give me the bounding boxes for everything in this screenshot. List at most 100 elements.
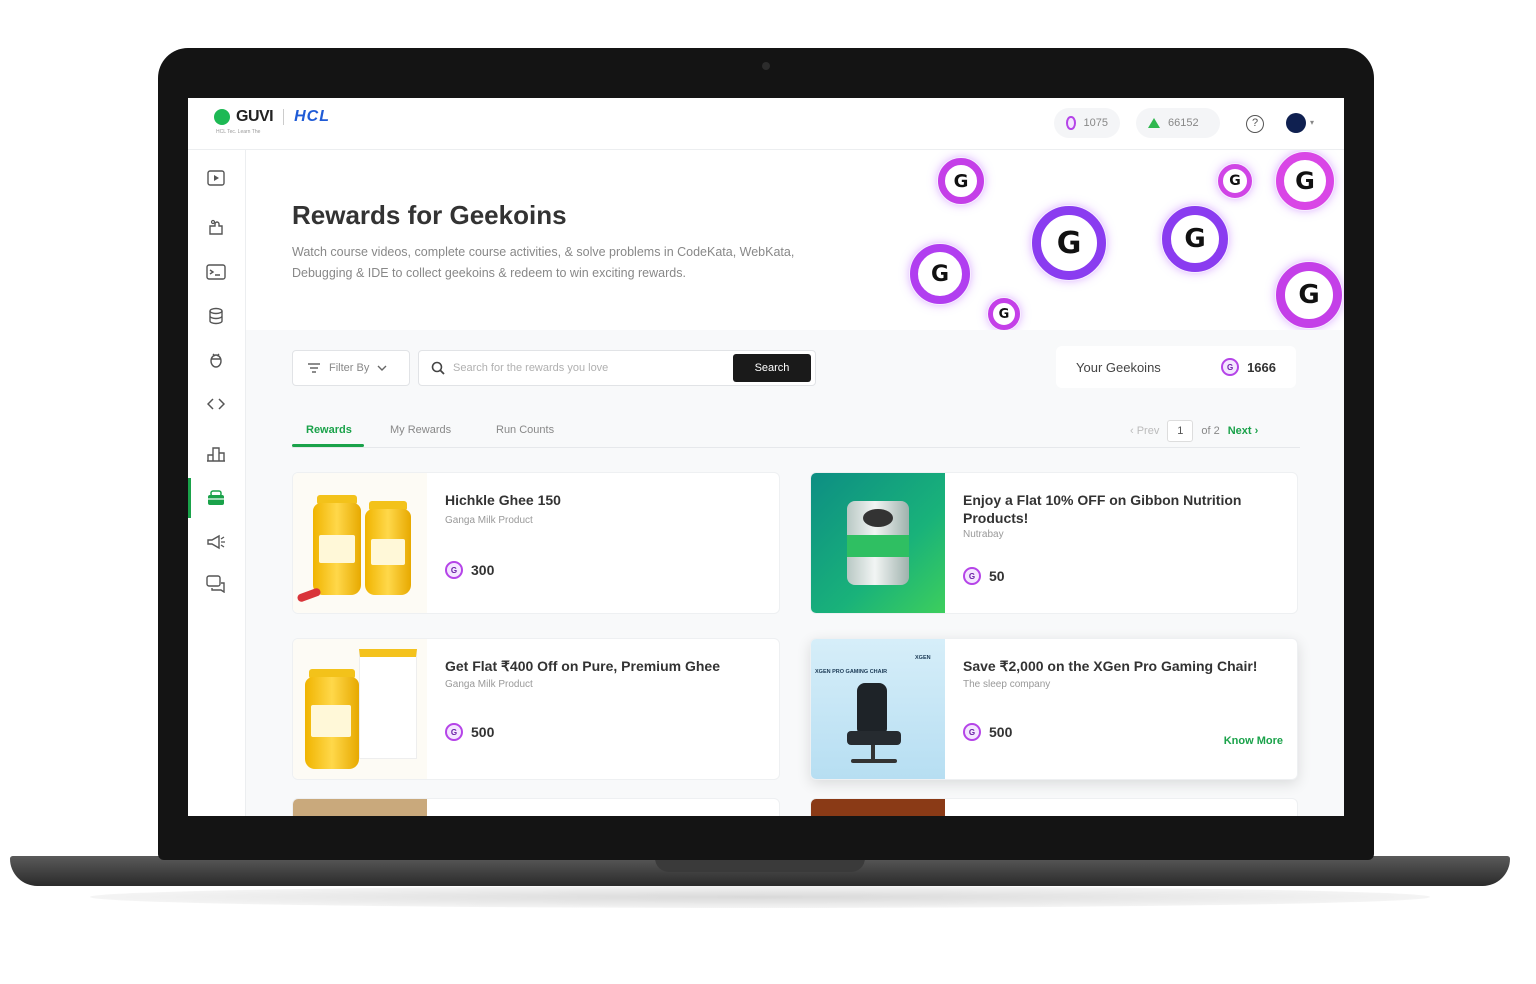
sidebar-active-indicator [188,478,191,518]
jar-label-shape [311,705,351,737]
database-icon [209,307,223,325]
next-page-button[interactable]: Next › [1228,425,1259,437]
page-number-input[interactable]: 1 [1167,420,1194,442]
geekoin-decoration-icon: G [1276,152,1334,210]
geekoin-icon [1066,116,1076,130]
tab-my-rewards[interactable]: My Rewards [390,424,451,436]
tab-rewards[interactable]: Rewards [306,424,352,436]
main-content: Rewards for Geekoins Watch course videos… [246,150,1344,816]
terminal-icon [206,264,226,280]
reward-card[interactable] [292,798,780,816]
reward-card[interactable]: Enjoy a Flat 10% OFF on Gibbon Nutrition… [810,472,1298,614]
chair-seat-shape [847,731,901,745]
search-button[interactable]: Search [733,354,811,382]
your-geekoins-label: Your Geekoins [1076,359,1161,375]
sidebar-item-courses[interactable] [206,168,226,188]
reward-vendor: Ganga Milk Product [445,515,533,526]
box-packaging-shape [359,649,417,759]
reward-image [811,473,945,613]
your-geekoins-value: 1666 [1247,359,1276,375]
geekoins-counter[interactable]: 1075 [1054,108,1120,138]
sidebar-item-webkata[interactable] [206,394,226,414]
geekoin-decoration-icon: G [1032,206,1106,280]
geekoin-icon: G [445,561,463,579]
chair-base-shape [851,759,897,763]
reward-price: G 300 [445,561,494,579]
reward-card[interactable]: Get Flat ₹400 Off on Pure, Premium Ghee … [292,638,780,780]
reward-price-value: 50 [989,568,1005,584]
sidebar-item-rewards[interactable] [206,488,226,508]
geekoin-decoration-icon: G [988,298,1020,330]
leaderboard-icon [207,447,225,462]
reward-card[interactable] [810,798,1298,816]
reward-price: G 50 [963,567,1005,585]
puzzle-icon [209,219,223,235]
megaphone-icon [207,534,225,550]
reward-image [293,799,427,816]
pagination: ‹ Prev 1 of 2 Next › [1130,420,1258,442]
search-icon [431,361,445,375]
geekoin-icon: G [963,723,981,741]
reward-vendor: Nutrabay [963,529,1004,540]
geekoin-icon: G [963,567,981,585]
sidebar-item-ide[interactable] [206,262,226,282]
sidebar-item-database[interactable] [206,306,226,326]
rank-value: 66152 [1168,117,1199,129]
chair-back-shape [857,683,887,733]
search-bar: Search [418,350,816,386]
sidebar [188,150,246,816]
page-description: Watch course videos, complete course act… [292,245,795,280]
page-total: of 2 [1201,425,1220,437]
prev-page-button[interactable]: ‹ Prev [1130,425,1159,437]
geekoin-decoration-icon: G [1276,262,1342,328]
reward-card[interactable]: XGEN PRO GAMING CHAIR XGEN Save ₹2,000 o… [810,638,1298,780]
sidebar-item-forum[interactable] [206,574,226,594]
jar-label-shape [319,535,355,563]
guvi-logo-icon [214,109,230,125]
chair-stem-shape [871,745,875,759]
reward-price-value: 500 [989,724,1013,740]
geekoin-icon: G [445,723,463,741]
chat-icon [206,575,225,593]
bug-icon [210,353,222,368]
geekoins-count: 1075 [1083,117,1108,129]
reward-card[interactable]: Hichkle Ghee 150 Ganga Milk Product G 30… [292,472,780,614]
rank-counter[interactable]: 66152 [1136,108,1220,138]
your-geekoins-card: Your Geekoins G 1666 [1056,346,1296,388]
chevron-down-icon[interactable]: ▾ [1310,118,1314,127]
geekoin-icon: G [1221,358,1240,376]
reward-title: Enjoy a Flat 10% OFF on Gibbon Nutrition… [963,492,1242,526]
sidebar-item-leaderboard[interactable] [206,444,226,464]
reward-price: G 500 [963,723,1012,741]
sidebar-item-announcements[interactable] [206,532,226,552]
reward-image: XGEN PRO GAMING CHAIR XGEN [811,639,945,779]
know-more-link[interactable]: Know More [1224,735,1283,747]
camera [762,62,770,70]
brand-tagline: HCL Tec. Learn The [216,129,261,135]
avatar[interactable] [1286,113,1306,133]
help-icon[interactable]: ? [1246,115,1264,133]
decoration-shape [296,587,322,603]
geekoin-decoration-icon: G [1162,206,1228,272]
rank-up-icon [1148,118,1160,128]
reward-price-value: 500 [471,724,495,740]
search-input[interactable] [453,351,723,385]
sidebar-item-practice[interactable] [206,218,226,238]
filter-icon [308,363,320,373]
filter-label: Filter By [329,362,370,374]
image-brand: XGEN [915,655,931,661]
reward-price: G 500 [445,723,494,741]
brand-logo[interactable]: GUVI HCL [214,108,330,126]
geekoin-decoration-icon: G [938,158,984,204]
sidebar-item-debugging[interactable] [206,350,226,370]
reward-image [293,473,427,613]
page-title: Rewards for Geekoins [292,200,567,230]
laptop-shadow [90,886,1430,908]
tab-run-counts[interactable]: Run Counts [496,424,554,436]
filter-button[interactable]: Filter By [292,350,410,386]
geekoin-decoration-icon: G [910,244,970,304]
reward-vendor: Ganga Milk Product [445,679,533,690]
laptop-bezel: GUVI HCL HCL Tec. Learn The 1075 66152 ?… [158,48,1374,860]
reward-title: Get Flat ₹400 Off on Pure, Premium Ghee [445,658,720,674]
brand-name: GUVI [236,108,274,125]
